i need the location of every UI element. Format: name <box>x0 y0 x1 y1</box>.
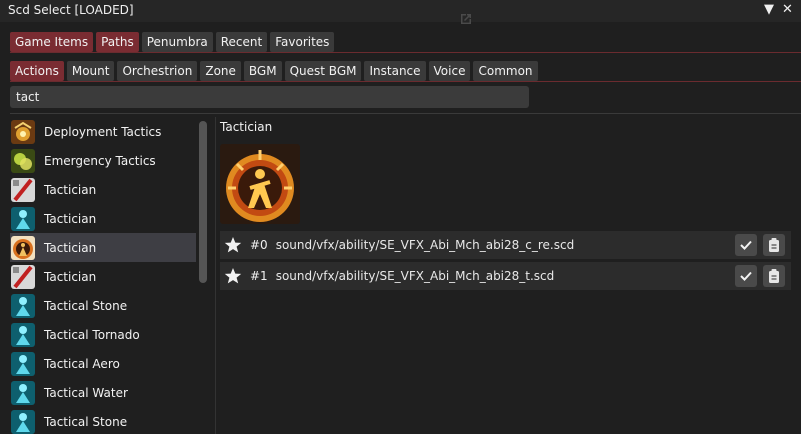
list-item[interactable]: Tactical Tornado <box>10 320 196 349</box>
tab-game-items[interactable]: Game Items <box>10 32 94 52</box>
results-scrollbar[interactable] <box>199 121 207 283</box>
list-item-label: Tactician <box>44 211 97 226</box>
list-item[interactable]: Emergency Tactics <box>10 146 196 175</box>
clipboard-icon <box>769 238 779 252</box>
list-item[interactable]: Deployment Tactics <box>10 117 196 146</box>
window-title: Scd Select [LOADED] <box>8 3 134 17</box>
content-divider <box>10 113 801 114</box>
list-item-label: Tactical Water <box>44 385 128 400</box>
category-tab-bar: Actions Mount Orchestrion Zone BGM Quest… <box>10 61 538 81</box>
list-item[interactable]: Tactical Stone <box>10 291 196 320</box>
detail-title: Tactician <box>220 120 273 134</box>
path-row: #0 sound/vfx/ability/SE_VFX_Abi_Mch_abi2… <box>220 231 791 259</box>
copy-button[interactable] <box>763 265 785 287</box>
emergency-tactics-icon <box>11 148 35 173</box>
tab-paths[interactable]: Paths <box>96 32 139 52</box>
search-input[interactable]: tact <box>10 86 529 108</box>
path-row: #1 sound/vfx/ability/SE_VFX_Abi_Mch_abi2… <box>220 262 791 290</box>
path-text: sound/vfx/ability/SE_VFX_Abi_Mch_abi28_t… <box>275 269 555 283</box>
tactician-gold-icon <box>220 144 300 224</box>
list-item[interactable]: Tactical Stone <box>10 407 196 434</box>
list-item[interactable]: Tactician <box>10 175 196 204</box>
list-item-label: Tactician <box>44 182 97 197</box>
select-button[interactable] <box>735 265 757 287</box>
tab-recent[interactable]: Recent <box>215 32 268 52</box>
tab-common[interactable]: Common <box>473 61 538 81</box>
tactical-cyan-icon <box>11 380 35 405</box>
tactical-cyan-icon <box>11 293 35 318</box>
tab-actions[interactable]: Actions <box>10 61 64 81</box>
clipboard-icon <box>769 269 779 283</box>
close-icon[interactable]: ✕ <box>782 2 793 17</box>
favorite-star-icon[interactable] <box>224 236 242 254</box>
deployment-tactics-icon <box>11 119 35 144</box>
check-icon <box>740 271 752 281</box>
tactician-gold-icon <box>11 235 35 260</box>
tactician-red-icon <box>11 177 35 202</box>
tactical-cyan-icon <box>11 351 35 376</box>
check-icon <box>740 240 752 250</box>
list-item-label: Tactical Tornado <box>44 327 140 342</box>
scd-select-window: Scd Select [LOADED] ▼ ✕ Game Items Paths… <box>0 0 801 434</box>
path-text: sound/vfx/ability/SE_VFX_Abi_Mch_abi28_c… <box>275 238 575 252</box>
tactician-cyan-icon <box>11 206 35 231</box>
popout-icon <box>461 14 471 24</box>
list-item[interactable]: Tactician <box>10 262 196 291</box>
path-index: #0 <box>250 238 268 252</box>
list-item-label: Tactician <box>44 240 97 255</box>
title-bar[interactable]: Scd Select [LOADED] ▼ ✕ <box>0 0 801 22</box>
list-item-label: Tactical Stone <box>44 414 128 429</box>
tab-orchestrion[interactable]: Orchestrion <box>117 61 198 81</box>
tab-instance[interactable]: Instance <box>364 61 426 81</box>
list-item-label: Tactician <box>44 269 97 284</box>
copy-button[interactable] <box>763 234 785 256</box>
tactician-red-icon <box>11 264 35 289</box>
source-tab-divider <box>10 52 801 53</box>
source-tab-bar: Game Items Paths Penumbra Recent Favorit… <box>10 32 335 52</box>
collapse-icon[interactable]: ▼ <box>764 2 774 17</box>
path-index: #1 <box>250 269 268 283</box>
list-item-label: Deployment Tactics <box>44 124 162 139</box>
list-item-label: Tactical Stone <box>44 298 128 313</box>
list-item-label: Tactical Aero <box>44 356 120 371</box>
tab-quest-bgm[interactable]: Quest BGM <box>284 61 362 81</box>
tab-favorites[interactable]: Favorites <box>270 32 335 52</box>
list-item[interactable]: Tactical Aero <box>10 349 196 378</box>
results-list[interactable]: Deployment Tactics Emergency Tactics Tac… <box>10 117 196 434</box>
list-item[interactable]: Tactical Water <box>10 378 196 407</box>
list-item-label: Emergency Tactics <box>44 153 156 168</box>
category-tab-divider <box>10 81 801 82</box>
tab-mount[interactable]: Mount <box>66 61 115 81</box>
tab-voice[interactable]: Voice <box>428 61 471 81</box>
tab-bgm[interactable]: BGM <box>243 61 282 81</box>
tab-zone[interactable]: Zone <box>200 61 241 81</box>
list-item[interactable]: Tactician <box>10 233 196 262</box>
select-button[interactable] <box>735 234 757 256</box>
tab-penumbra[interactable]: Penumbra <box>141 32 213 52</box>
tactical-cyan-icon <box>11 409 35 434</box>
favorite-star-icon[interactable] <box>224 267 242 285</box>
tactical-cyan-icon <box>11 322 35 347</box>
list-item[interactable]: Tactician <box>10 204 196 233</box>
pane-divider[interactable] <box>215 117 216 434</box>
